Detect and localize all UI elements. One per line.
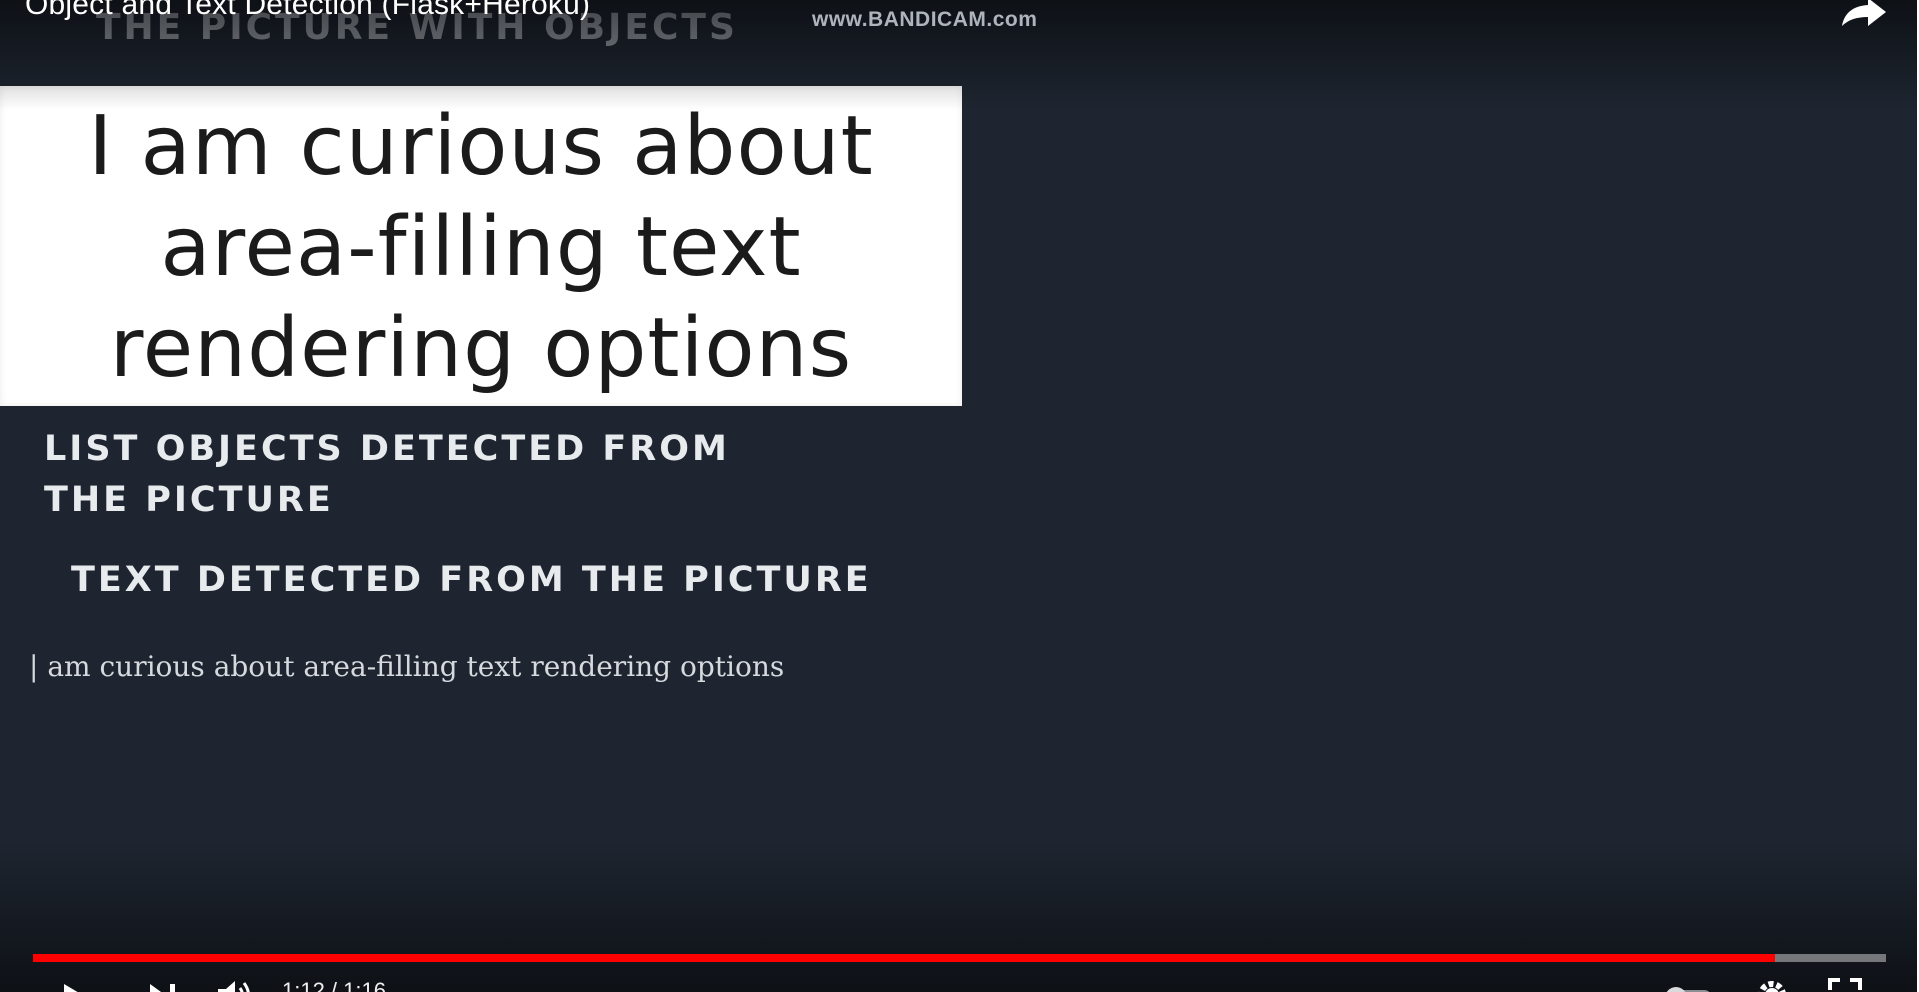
objects-heading: LIST OBJECTS DETECTED FROM THE PICTURE	[44, 429, 730, 520]
text-heading: TEXT DETECTED FROM THE PICTURE	[71, 560, 872, 600]
watermark: www.BANDICAM.com	[812, 8, 1038, 31]
bottom-shade	[0, 842, 1917, 992]
next-icon[interactable]	[148, 982, 178, 992]
volume-icon[interactable]	[216, 978, 256, 992]
settings-icon[interactable]	[1755, 978, 1789, 992]
picture-text-line: area-filling text	[160, 200, 802, 295]
chapter-marker: ··	[952, 980, 967, 992]
picture-text: I am curious about area-filling text ren…	[0, 96, 962, 399]
autoplay-toggle-icon[interactable]	[1662, 984, 1716, 992]
share-icon[interactable]	[1840, 0, 1888, 26]
progress-bar[interactable]	[33, 954, 1886, 962]
play-icon[interactable]	[62, 982, 88, 992]
uploaded-picture: I am curious about area-filling text ren…	[0, 86, 962, 406]
time-display: 1:12 / 1:16	[282, 978, 386, 992]
detected-text: | am curious about area-filling text ren…	[29, 650, 785, 683]
picture-text-line: rendering options	[109, 301, 853, 396]
fullscreen-icon[interactable]	[1828, 978, 1862, 992]
progress-fill	[33, 954, 1775, 962]
video-title[interactable]: Object and Text Detection (Flask+Heroku)	[25, 0, 590, 22]
control-bar: 1:12 / 1:16 ··	[0, 972, 1917, 992]
video-player[interactable]: THE PICTURE WITH OBJECTS I am curious ab…	[0, 0, 1917, 992]
picture-text-line: I am curious about	[88, 99, 874, 194]
